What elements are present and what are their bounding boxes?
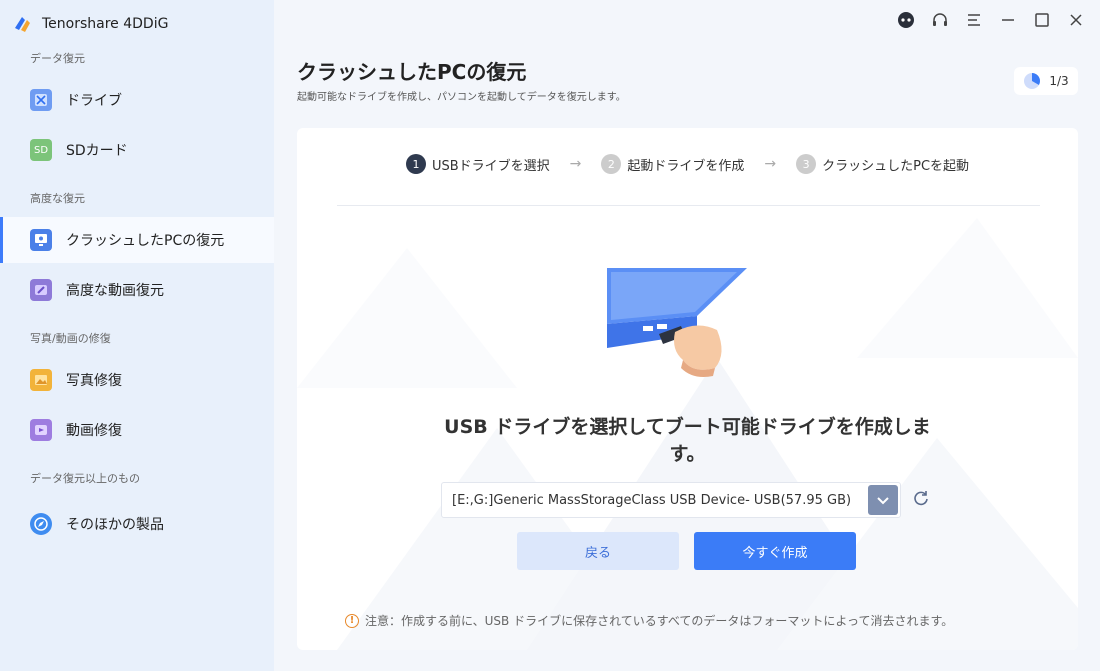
brand: Tenorshare 4DDiG [12, 12, 168, 36]
section-label-data-recovery: データ復元 [30, 52, 85, 65]
sidebar-item-advanced-video[interactable]: 高度な動画復元 [0, 267, 274, 313]
sidebar-item-video-repair[interactable]: 動画修復 [0, 407, 274, 453]
headset-support-icon[interactable] [930, 10, 950, 30]
page-subtitle: 起動可能なドライブを作成し、パソコンを起動してデータを復元します。 [297, 92, 626, 103]
step-3: 3 クラッシュしたPCを起動 [796, 154, 969, 174]
drive-icon [30, 89, 52, 111]
app-logo-icon [15, 17, 30, 32]
refresh-icon[interactable] [909, 486, 933, 510]
step-2: 2 起動ドライブを作成 [601, 154, 744, 174]
warning-icon: ! [345, 613, 359, 628]
usb-drive-select[interactable]: [E:,G:]Generic MassStorageClass USB Devi… [441, 482, 901, 518]
sidebar-item-drive[interactable]: ドライブ [0, 77, 274, 123]
section-label-advanced: 高度な復元 [30, 192, 85, 205]
sidebar-item-label: SDカード [66, 143, 128, 159]
page-title: クラッシュしたPCの復元 [297, 60, 527, 84]
sidebar-item-photo-repair[interactable]: 写真修復 [0, 357, 274, 403]
sidebar-item-label: 写真修復 [66, 373, 122, 389]
advanced-video-icon [30, 279, 52, 301]
step-label: クラッシュしたPCを起動 [822, 158, 970, 174]
arrow-right-icon: → [569, 156, 582, 172]
sidebar-item-label: クラッシュしたPCの復元 [66, 233, 225, 249]
progress-indicator: 1/3 [1014, 67, 1078, 95]
step-label: USBドライブを選択 [431, 158, 550, 174]
warning-notice: ! 注意：作成する前に、USB ドライブに保存されているすべてのデータはフォーマ… [345, 612, 953, 629]
step-label: 起動ドライブを作成 [627, 158, 745, 174]
sd-card-icon-text: SD [33, 144, 49, 156]
assistant-bot-icon[interactable] [896, 10, 916, 30]
photo-repair-icon [30, 369, 52, 391]
sidebar: Tenorshare 4DDiG データ復元 ドライブ SD SDカード 高度な… [0, 0, 274, 671]
sidebar-item-sd-card[interactable]: SD SDカード [0, 127, 274, 173]
divider [337, 205, 1040, 206]
maximize-icon[interactable] [1032, 10, 1052, 30]
step-number: 3 [796, 154, 817, 174]
step-indicator: 1 USBドライブを選択 → 2 起動ドライブを作成 → 3 クラッシュしたPC… [297, 154, 1078, 174]
instruction-headline: USB ドライブを選択してブート可能ドライブを作成しま す。 [435, 414, 940, 468]
app-name: Tenorshare 4DDiG [42, 16, 169, 32]
sidebar-item-label: 高度な動画復元 [66, 283, 164, 299]
sidebar-item-crashed-pc[interactable]: クラッシュしたPCの復元 [0, 217, 274, 263]
chevron-down-icon[interactable] [868, 485, 898, 515]
progress-text: 1/3 [1049, 74, 1069, 88]
sidebar-item-label: そのほかの製品 [66, 517, 164, 533]
headline-line-2: す。 [669, 443, 706, 465]
step-number: 2 [601, 154, 622, 174]
step-number: 1 [405, 154, 426, 174]
crashed-pc-icon [30, 229, 52, 251]
close-icon[interactable] [1066, 10, 1086, 30]
sidebar-item-label: ドライブ [66, 93, 122, 109]
progress-pie-icon [1024, 73, 1041, 89]
back-button[interactable]: 戻る [517, 532, 679, 570]
warning-text: 注意：作成する前に、USB ドライブに保存されているすべてのデータはフォーマット… [365, 614, 954, 628]
menu-icon[interactable] [964, 10, 984, 30]
video-repair-icon [30, 419, 52, 441]
compass-icon [30, 513, 52, 535]
arrow-right-icon: → [764, 156, 777, 172]
sidebar-item-label: 動画修復 [66, 423, 122, 439]
usb-drive-value: [E:,G:]Generic MassStorageClass USB Devi… [452, 492, 852, 508]
sidebar-item-other-products[interactable]: そのほかの製品 [0, 501, 274, 547]
create-now-button[interactable]: 今すぐ作成 [694, 532, 856, 570]
usb-laptop-illustration [607, 268, 747, 377]
minimize-icon[interactable] [998, 10, 1018, 30]
section-label-more: データ復元以上のもの [30, 472, 140, 485]
window-controls [896, 10, 1086, 30]
step-1: 1 USBドライブを選択 [405, 154, 550, 174]
sd-card-icon: SD [30, 139, 52, 161]
main-card: 1 USBドライブを選択 → 2 起動ドライブを作成 → 3 クラッシュしたPC… [297, 128, 1078, 650]
section-label-repair: 写真/動画の修復 [30, 332, 111, 345]
headline-line-1: USB ドライブを選択してブート可能ドライブを作成しま [444, 416, 931, 438]
